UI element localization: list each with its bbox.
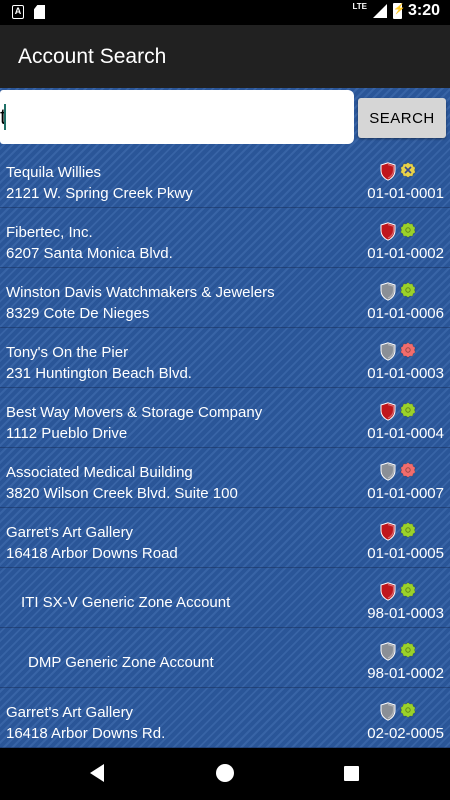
trouble-status-icon: [400, 462, 416, 479]
ok-status-icon: [400, 522, 416, 539]
disarmed-shield-icon: [380, 702, 396, 721]
account-number: 01-01-0005: [367, 545, 444, 562]
account-status-icons: [380, 162, 416, 181]
account-status-icons: [380, 582, 416, 601]
account-number: 98-01-0003: [367, 605, 444, 622]
account-list[interactable]: Tequila Willies 2121 W. Spring Creek Pkwy…: [0, 148, 450, 748]
account-name: Associated Medical Building: [6, 464, 193, 481]
account-address: 6207 Santa Monica Blvd.: [6, 245, 173, 262]
search-row: SEARCH: [0, 88, 450, 148]
account-status-icons: [380, 402, 416, 421]
account-address: 3820 Wilson Creek Blvd. Suite 100: [6, 485, 238, 502]
status-bar: A LTE 3:20: [0, 0, 450, 25]
account-name: Tony's On the Pier: [6, 344, 129, 361]
armed-shield-icon: [380, 162, 396, 181]
account-number: 01-01-0003: [367, 365, 444, 382]
search-button[interactable]: SEARCH: [358, 98, 446, 138]
account-name: Winston Davis Watchmakers & Jewelers: [6, 284, 275, 301]
ok-status-icon: [400, 582, 416, 599]
back-icon[interactable]: [90, 764, 104, 782]
ok-status-icon: [400, 282, 416, 299]
sd-card-icon: [34, 5, 45, 19]
network-type: LTE: [352, 2, 367, 11]
account-name: Fibertec, Inc.: [6, 224, 93, 241]
battery-charging-icon: [392, 3, 405, 19]
ok-status-icon: [400, 222, 416, 239]
armed-shield-icon: [380, 522, 396, 541]
ok-status-icon: [400, 402, 416, 419]
disarmed-shield-icon: [380, 462, 396, 481]
account-number: 01-01-0006: [367, 305, 444, 322]
account-status-icons: [380, 342, 416, 361]
account-address: 16418 Arbor Downs Rd.: [6, 725, 166, 742]
ok-status-icon: [400, 702, 416, 719]
account-name: Tequila Willies: [6, 164, 102, 181]
clock: 3:20: [407, 2, 440, 19]
account-row[interactable]: Tequila Willies 2121 W. Spring Creek Pkwy…: [0, 148, 450, 208]
bypass-status-icon: [400, 162, 416, 179]
recent-apps-icon[interactable]: [344, 766, 359, 781]
account-row[interactable]: Best Way Movers & Storage Company 1112 Pu…: [0, 388, 450, 448]
text-caret: [4, 104, 6, 130]
account-name: Best Way Movers & Storage Company: [6, 404, 263, 421]
account-status-icons: [380, 522, 416, 541]
account-address: 8329 Cote De Nieges: [6, 305, 150, 322]
account-status-icons: [380, 642, 416, 661]
account-status-icons: [380, 462, 416, 481]
notification-a-icon: A: [12, 5, 24, 19]
account-number: 01-01-0007: [367, 485, 444, 502]
account-name: Garret's Art Gallery: [6, 524, 134, 541]
account-row[interactable]: ITI SX-V Generic Zone Account 98-01-0003: [0, 568, 450, 628]
account-address: 1112 Pueblo Drive: [6, 425, 128, 442]
ok-status-icon: [400, 642, 416, 659]
account-number: 02-02-0005: [367, 725, 444, 742]
signal-icon: [372, 4, 387, 18]
armed-shield-icon: [380, 402, 396, 421]
account-row[interactable]: Fibertec, Inc. 6207 Santa Monica Blvd. 01-…: [0, 208, 450, 268]
account-row[interactable]: Associated Medical Building 3820 Wilson C…: [0, 448, 450, 508]
armed-shield-icon: [380, 222, 396, 241]
account-row[interactable]: Winston Davis Watchmakers & Jewelers 8329…: [0, 268, 450, 328]
account-address: 16418 Arbor Downs Road: [6, 545, 178, 562]
account-number: 01-01-0001: [367, 185, 444, 202]
home-icon[interactable]: [216, 764, 234, 782]
disarmed-shield-icon: [380, 642, 396, 661]
navigation-bar: [0, 748, 450, 800]
account-address: 231 Huntington Beach Blvd.: [6, 365, 192, 382]
account-number: 01-01-0004: [367, 425, 444, 442]
search-input[interactable]: [0, 90, 354, 144]
app-bar: Account Search: [0, 25, 450, 88]
account-name: DMP Generic Zone Account: [28, 654, 214, 671]
account-row[interactable]: DMP Generic Zone Account 98-01-0002: [0, 628, 450, 688]
trouble-status-icon: [400, 342, 416, 359]
account-number: 98-01-0002: [367, 665, 444, 682]
account-status-icons: [380, 282, 416, 301]
account-address: 2121 W. Spring Creek Pkwy: [6, 185, 193, 202]
armed-shield-icon: [380, 582, 396, 601]
account-row[interactable]: Garret's Art Gallery 16418 Arbor Downs Ro…: [0, 508, 450, 568]
account-row[interactable]: Garret's Art Gallery 16418 Arbor Downs Rd…: [0, 688, 450, 748]
page-title: Account Search: [18, 45, 167, 68]
disarmed-shield-icon: [380, 282, 396, 301]
account-status-icons: [380, 222, 416, 241]
disarmed-shield-icon: [380, 342, 396, 361]
account-name: Garret's Art Gallery: [6, 704, 134, 721]
account-number: 01-01-0002: [367, 245, 444, 262]
account-status-icons: [380, 702, 416, 721]
account-row[interactable]: Tony's On the Pier 231 Huntington Beach B…: [0, 328, 450, 388]
main-content: SEARCH Tequila Willies 2121 W. Spring Cre…: [0, 88, 450, 748]
account-name: ITI SX-V Generic Zone Account: [21, 594, 231, 611]
